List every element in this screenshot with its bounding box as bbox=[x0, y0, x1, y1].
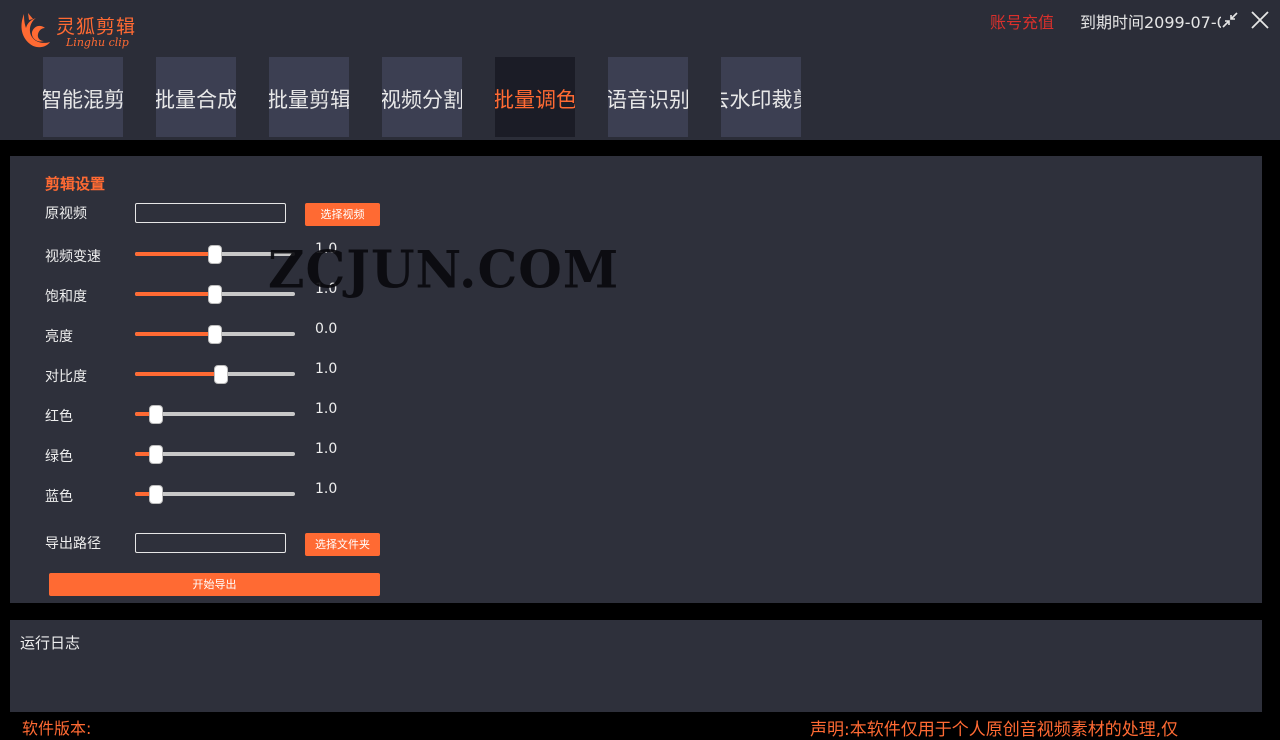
slider-knob[interactable] bbox=[149, 485, 163, 504]
output-path-label: 导出路径 bbox=[45, 536, 101, 552]
slider-label-green: 绿色 bbox=[45, 449, 73, 465]
log-title: 运行日志 bbox=[20, 634, 81, 652]
tab-label: 智能混剪 bbox=[43, 88, 123, 112]
slider-value-red: 1.0 bbox=[315, 401, 338, 417]
tab-speech-recognition[interactable]: 语音识别 bbox=[608, 57, 688, 137]
saturation-slider[interactable] bbox=[135, 284, 295, 304]
fox-logo-icon bbox=[21, 13, 50, 48]
tab-label: 批量剪辑 bbox=[269, 88, 349, 112]
tab-label: 去水印裁剪 bbox=[721, 88, 801, 112]
slider-knob[interactable] bbox=[214, 365, 228, 384]
slider-label-red: 红色 bbox=[45, 409, 73, 425]
shrink-arrows-icon bbox=[1222, 12, 1238, 28]
settings-panel: 剪辑设置 原视频 选择视频 视频变速 1.0 饱和度 1.0 亮度 0.0 对比… bbox=[10, 156, 1262, 603]
slider-label-brightness: 亮度 bbox=[45, 329, 73, 345]
version-label: 软件版本: bbox=[22, 719, 92, 738]
close-icon bbox=[1251, 11, 1269, 29]
select-video-button[interactable]: 选择视频 bbox=[305, 203, 380, 226]
tab-video-split[interactable]: 视频分割 bbox=[382, 57, 462, 137]
select-folder-button[interactable]: 选择文件夹 bbox=[305, 533, 380, 556]
output-path-input[interactable] bbox=[135, 533, 286, 553]
tab-label: 视频分割 bbox=[382, 88, 462, 112]
slider-knob[interactable] bbox=[149, 405, 163, 424]
slider-fill bbox=[135, 372, 221, 376]
slider-knob[interactable] bbox=[208, 325, 222, 344]
green-slider[interactable] bbox=[135, 444, 295, 464]
settings-title: 剪辑设置 bbox=[45, 175, 106, 193]
speed-slider[interactable] bbox=[135, 244, 295, 264]
disclaimer-marquee: 声明:本软件仅用于个人原创音视频素材的处理,仅 bbox=[810, 715, 1262, 739]
slider-value-contrast: 1.0 bbox=[315, 361, 338, 377]
tab-smart-mix[interactable]: 智能混剪 bbox=[43, 57, 123, 137]
recharge-link[interactable]: 账号充值 bbox=[990, 9, 1054, 33]
slider-knob[interactable] bbox=[208, 285, 222, 304]
slider-value-brightness: 0.0 bbox=[315, 321, 338, 337]
slider-knob[interactable] bbox=[208, 245, 222, 264]
slider-fill bbox=[135, 292, 215, 296]
start-export-button[interactable]: 开始导出 bbox=[49, 573, 380, 596]
tab-batch-compose[interactable]: 批量合成 bbox=[156, 57, 236, 137]
slider-value-speed: 1.0 bbox=[315, 241, 338, 257]
slider-value-saturation: 1.0 bbox=[315, 281, 338, 297]
tab-label: 批量调色 bbox=[495, 88, 575, 112]
logo: 灵狐剪辑 Linghu clip bbox=[18, 8, 148, 52]
app-window: 灵狐剪辑 Linghu clip 账号充值 到期时间2099-07-03 智能混… bbox=[0, 0, 1280, 740]
brightness-slider[interactable] bbox=[135, 324, 295, 344]
slider-label-blue: 蓝色 bbox=[45, 489, 73, 505]
tab-batch-color[interactable]: 批量调色 bbox=[495, 57, 575, 137]
tab-watermark-crop[interactable]: 去水印裁剪 bbox=[721, 57, 801, 137]
log-panel: 运行日志 bbox=[10, 620, 1262, 712]
minimize-button[interactable] bbox=[1220, 10, 1240, 30]
source-video-input[interactable] bbox=[135, 203, 286, 223]
expire-date: 到期时间2099-07-03 bbox=[1080, 13, 1221, 32]
red-slider[interactable] bbox=[135, 404, 295, 424]
slider-fill bbox=[135, 252, 215, 256]
slider-knob[interactable] bbox=[149, 445, 163, 464]
header: 灵狐剪辑 Linghu clip 账号充值 到期时间2099-07-03 智能混… bbox=[0, 0, 1280, 140]
slider-value-green: 1.0 bbox=[315, 441, 338, 457]
tab-batch-edit[interactable]: 批量剪辑 bbox=[269, 57, 349, 137]
disclaimer-text: 声明:本软件仅用于个人原创音视频素材的处理,仅 bbox=[810, 720, 1179, 739]
slider-value-blue: 1.0 bbox=[315, 481, 338, 497]
blue-slider[interactable] bbox=[135, 484, 295, 504]
source-video-label: 原视频 bbox=[45, 206, 87, 222]
slider-fill bbox=[135, 332, 215, 336]
tab-label: 语音识别 bbox=[608, 88, 688, 112]
logo-title: 灵狐剪辑 bbox=[56, 16, 137, 38]
close-button[interactable] bbox=[1249, 9, 1271, 31]
slider-label-contrast: 对比度 bbox=[45, 369, 87, 385]
tab-label: 批量合成 bbox=[156, 88, 236, 112]
slider-label-saturation: 饱和度 bbox=[45, 289, 87, 305]
contrast-slider[interactable] bbox=[135, 364, 295, 384]
slider-label-speed: 视频变速 bbox=[45, 249, 101, 265]
logo-subtitle: Linghu clip bbox=[66, 36, 129, 49]
